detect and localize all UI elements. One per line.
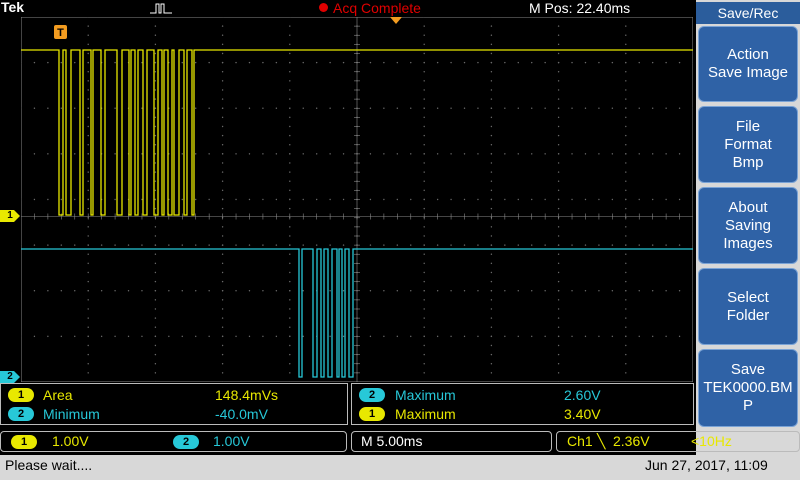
measurement-panel-left: 1 Area 148.4mVs 2 Minimum -40.0mV: [0, 383, 348, 425]
main-position-readout: M Pos: 22.40ms: [529, 0, 631, 16]
measurement-value: 148.4mVs: [215, 387, 279, 403]
ch2-badge: 2: [173, 435, 199, 449]
acquisition-status: Acq Complete: [333, 0, 421, 16]
ch1-scale: 1.00V: [52, 433, 89, 449]
svg-text:T: T: [57, 27, 64, 39]
ch2-scale: 1.00V: [213, 433, 250, 449]
ch1-ground-marker[interactable]: 1: [0, 210, 20, 222]
measurement-value: 3.40V: [564, 406, 601, 422]
trigger-slope-icon: ╲: [597, 433, 606, 449]
trigger-position-marker: T: [54, 25, 67, 39]
measurement-name: Maximum: [395, 406, 456, 422]
measurement-name: Minimum: [43, 406, 100, 422]
timebase-panel[interactable]: M 5.00ms: [351, 431, 552, 452]
status-message: Please wait....: [5, 457, 93, 473]
trigger-channel: Ch1: [567, 433, 593, 449]
select-folder-button[interactable]: Select Folder: [698, 268, 798, 345]
measurement-name: Maximum: [395, 387, 456, 403]
side-menu-title: Save/Rec: [696, 2, 800, 24]
trigger-position-icon: [150, 3, 172, 14]
timebase-readout: M 5.00ms: [361, 433, 423, 449]
measurement-row: 1 Maximum 3.40V: [352, 405, 693, 423]
ch1-badge: 1: [8, 388, 34, 402]
date-time: Jun 27, 2017, 11:09: [645, 457, 768, 473]
measurement-row: 1 Area 148.4mVs: [1, 386, 347, 404]
ch1-badge: 1: [11, 435, 37, 449]
trigger-level: 2.36V: [613, 433, 650, 449]
save-file-button[interactable]: Save TEK0000.BM P: [698, 349, 798, 427]
measurement-name: Area: [43, 387, 73, 403]
acquisition-indicator-icon: [319, 3, 328, 12]
measurement-value: 2.60V: [564, 387, 601, 403]
measurement-panel-right: 2 Maximum 2.60V 1 Maximum 3.40V: [351, 383, 694, 425]
about-saving-images-button[interactable]: About Saving Images: [698, 187, 798, 264]
trigger-frequency: <10Hz: [691, 433, 732, 449]
ch1-badge: 1: [359, 407, 385, 421]
trigger-panel[interactable]: Ch1 ╲ 2.36V <10Hz: [556, 431, 800, 452]
action-save-image-button[interactable]: Action Save Image: [698, 26, 798, 102]
ch2-ground-marker[interactable]: 2: [0, 371, 20, 383]
ch2-badge: 2: [359, 388, 385, 402]
measurement-row: 2 Minimum -40.0mV: [1, 405, 347, 423]
ch2-badge: 2: [8, 407, 34, 421]
measurement-row: 2 Maximum 2.60V: [352, 386, 693, 404]
file-format-button[interactable]: File Format Bmp: [698, 106, 798, 183]
measurement-value: -40.0mV: [215, 406, 268, 422]
waveform-display: T: [21, 17, 693, 382]
vertical-scale-panel[interactable]: 1 1.00V 2 1.00V: [0, 431, 347, 452]
brand-logo: Tek: [1, 0, 25, 15]
